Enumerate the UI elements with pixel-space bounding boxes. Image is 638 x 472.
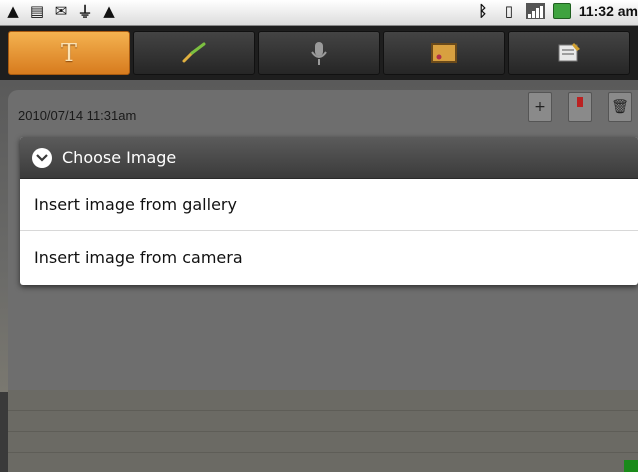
add-page-icon[interactable]: + [528,92,552,122]
battery-icon [552,3,571,19]
bookmark-icon[interactable] [568,92,592,122]
notepad-icon [558,43,580,62]
usb-icon: ⏚ [77,2,93,21]
picture-icon [431,43,457,63]
tab-note[interactable] [508,31,630,75]
brush-icon [182,42,206,63]
note-timestamp: 2010/07/14 11:31am [18,108,137,123]
tab-voice[interactable] [258,31,380,75]
mail-icon: ✉ [54,2,68,20]
trash-icon[interactable]: 🗑 [608,92,632,122]
tab-image[interactable] [383,31,505,75]
chevron-down-icon [32,147,52,168]
dialog-title-bar: Choose Image [20,137,638,179]
choose-image-dialog: Choose Image Insert image from gallery I… [20,137,638,285]
system-icons: ᛒ ▯ 11:32 am [474,2,638,20]
signal-icon [525,3,545,19]
phone-icon: ▯ [504,2,513,20]
insert-from-gallery-option[interactable]: Insert image from gallery [20,179,638,231]
notification-icons: ▲ ▤ ✉ ⏚ ▲ [4,2,118,21]
ruled-lines [8,390,638,472]
page-indicator-icon [624,460,638,472]
mode-toolbar: T [0,26,638,80]
bluetooth-icon: ᛒ [478,2,488,20]
insert-from-camera-option[interactable]: Insert image from camera [20,231,638,283]
text-icon: T [60,39,77,67]
clock: 11:32 am [578,3,638,19]
tab-draw[interactable] [133,31,255,75]
note-actions: + 🗑 [528,92,632,122]
microphone-icon [311,42,327,65]
dialog-title: Choose Image [62,148,177,167]
warning-icon: ▲ [103,2,115,20]
tab-text[interactable]: T [8,31,130,75]
status-bar: ▲ ▤ ✉ ⏚ ▲ ᛒ ▯ 11:32 am [0,0,638,26]
warning-icon: ▲ [7,2,19,20]
message-icon: ▤ [29,2,45,20]
